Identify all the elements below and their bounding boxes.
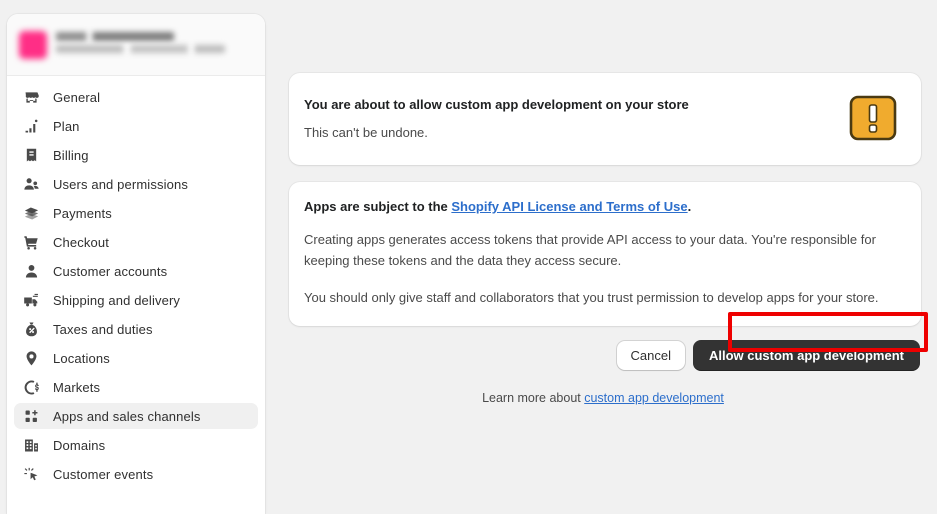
person-icon (22, 262, 41, 281)
sidebar-item-markets[interactable]: Markets (14, 374, 258, 400)
sidebar-item-taxes-and-duties[interactable]: Taxes and duties (14, 316, 258, 342)
sidebar-item-label: Locations (53, 350, 110, 366)
sidebar-item-label: Payments (53, 205, 112, 221)
sidebar-item-label: Apps and sales channels (53, 408, 201, 424)
delivery-truck-icon (22, 291, 41, 310)
sidebar-item-label: Checkout (53, 234, 109, 250)
sidebar-item-billing[interactable]: Billing (14, 142, 258, 168)
bar-chart-icon (22, 117, 41, 136)
domain-building-icon (22, 436, 41, 455)
store-name-blur-line (56, 32, 175, 41)
sidebar-item-customer-accounts[interactable]: Customer accounts (14, 258, 258, 284)
settings-sidebar: General Plan Billing Users and permissio… (7, 14, 265, 514)
terms-card: Apps are subject to the Shopify API Lice… (289, 182, 921, 327)
warning-exclamation-icon (847, 92, 899, 144)
store-avatar (19, 30, 47, 59)
payment-card-icon (22, 204, 41, 223)
sidebar-item-users-and-permissions[interactable]: Users and permissions (14, 171, 258, 197)
sidebar-item-label: Billing (53, 147, 89, 163)
sidebar-item-checkout[interactable]: Checkout (14, 229, 258, 255)
terms-lead-suffix: . (687, 199, 692, 214)
sidebar-item-label: Taxes and duties (53, 321, 153, 337)
receipt-dollar-icon (22, 146, 41, 165)
warning-subtitle: This can't be undone. (304, 125, 428, 140)
terms-lead-prefix: Apps are subject to the (304, 199, 452, 214)
globe-currency-icon (22, 378, 41, 397)
users-icon (22, 175, 41, 194)
terms-paragraph-1: Creating apps generates access tokens th… (304, 231, 876, 269)
location-pin-icon (22, 349, 41, 368)
apps-grid-icon (22, 407, 41, 426)
store-header[interactable] (7, 14, 265, 76)
sidebar-item-label: Shipping and delivery (53, 292, 181, 308)
learn-more-text: Learn more about custom app development (289, 391, 921, 405)
sidebar-item-payments[interactable]: Payments (14, 200, 258, 226)
storefront-icon (22, 88, 41, 107)
store-domain-blur-line (56, 45, 226, 53)
sidebar-item-label: General (53, 89, 101, 105)
sidebar-item-label: Plan (53, 118, 80, 134)
warning-card: You are about to allow custom app develo… (289, 73, 921, 165)
sidebar-item-shipping-and-delivery[interactable]: Shipping and delivery (14, 287, 258, 313)
sidebar-item-apps-and-sales-channels[interactable]: Apps and sales channels (14, 403, 258, 429)
store-name-redacted (56, 32, 253, 57)
main-content: You are about to allow custom app develo… (289, 73, 921, 405)
sidebar-item-label: Markets (53, 379, 101, 395)
warning-title: You are about to allow custom app develo… (304, 97, 689, 112)
action-bar: Cancel Allow custom app development (289, 340, 921, 372)
cursor-click-icon (22, 465, 41, 484)
terms-lead: Apps are subject to the Shopify API Lice… (304, 198, 903, 217)
cancel-button[interactable]: Cancel (616, 341, 685, 371)
sidebar-item-label: Domains (53, 437, 106, 453)
tax-money-bag-icon (22, 320, 41, 339)
sidebar-item-label: Customer events (53, 466, 154, 482)
warning-text-block: You are about to allow custom app develo… (304, 90, 689, 140)
learn-more-prefix: Learn more about (482, 391, 585, 406)
sidebar-item-general[interactable]: General (14, 84, 258, 110)
sidebar-item-domains[interactable]: Domains (14, 432, 258, 458)
sidebar-item-label: Customer accounts (53, 263, 168, 279)
shopify-api-terms-link[interactable]: Shopify API License and Terms of Use (451, 199, 687, 214)
allow-custom-app-development-button[interactable]: Allow custom app development (692, 340, 920, 372)
sidebar-item-plan[interactable]: Plan (14, 113, 258, 139)
sidebar-item-locations[interactable]: Locations (14, 345, 258, 371)
settings-nav: General Plan Billing Users and permissio… (7, 76, 265, 487)
terms-paragraph-2: You should only give staff and collabora… (304, 290, 879, 306)
sidebar-item-customer-events[interactable]: Customer events (14, 461, 258, 487)
sidebar-item-label: Users and permissions (53, 176, 188, 192)
shopping-cart-icon (22, 233, 41, 252)
custom-app-development-link[interactable]: custom app development (584, 391, 724, 405)
